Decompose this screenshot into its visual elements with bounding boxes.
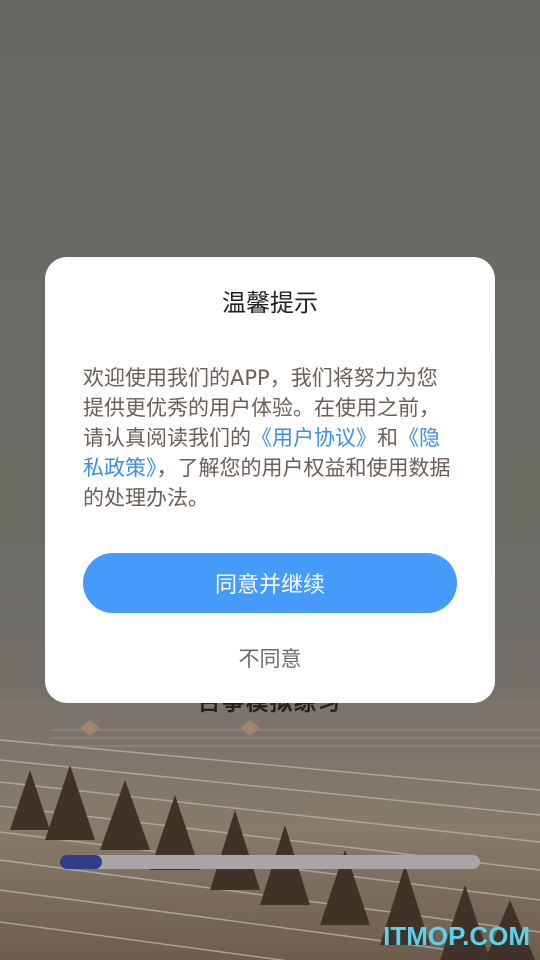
dialog-title: 温馨提示: [222, 289, 318, 317]
agree-continue-button[interactable]: 同意并继续: [83, 553, 457, 613]
dialog-body: 欢迎使用我们的APP，我们将努力为您提供更优秀的用户体验。在使用之前，请认真阅读…: [83, 363, 453, 513]
loading-progress-fill: [60, 855, 102, 869]
dialog-text-2: 和: [377, 426, 398, 450]
privacy-dialog: 温馨提示 欢迎使用我们的APP，我们将努力为您提供更优秀的用户体验。在使用之前，…: [45, 257, 495, 703]
user-agreement-link[interactable]: 《用户协议》: [251, 426, 377, 450]
watermark: ITMOP.COM: [383, 921, 530, 951]
disagree-button[interactable]: 不同意: [45, 643, 495, 673]
loading-progress-bar: [60, 855, 480, 869]
